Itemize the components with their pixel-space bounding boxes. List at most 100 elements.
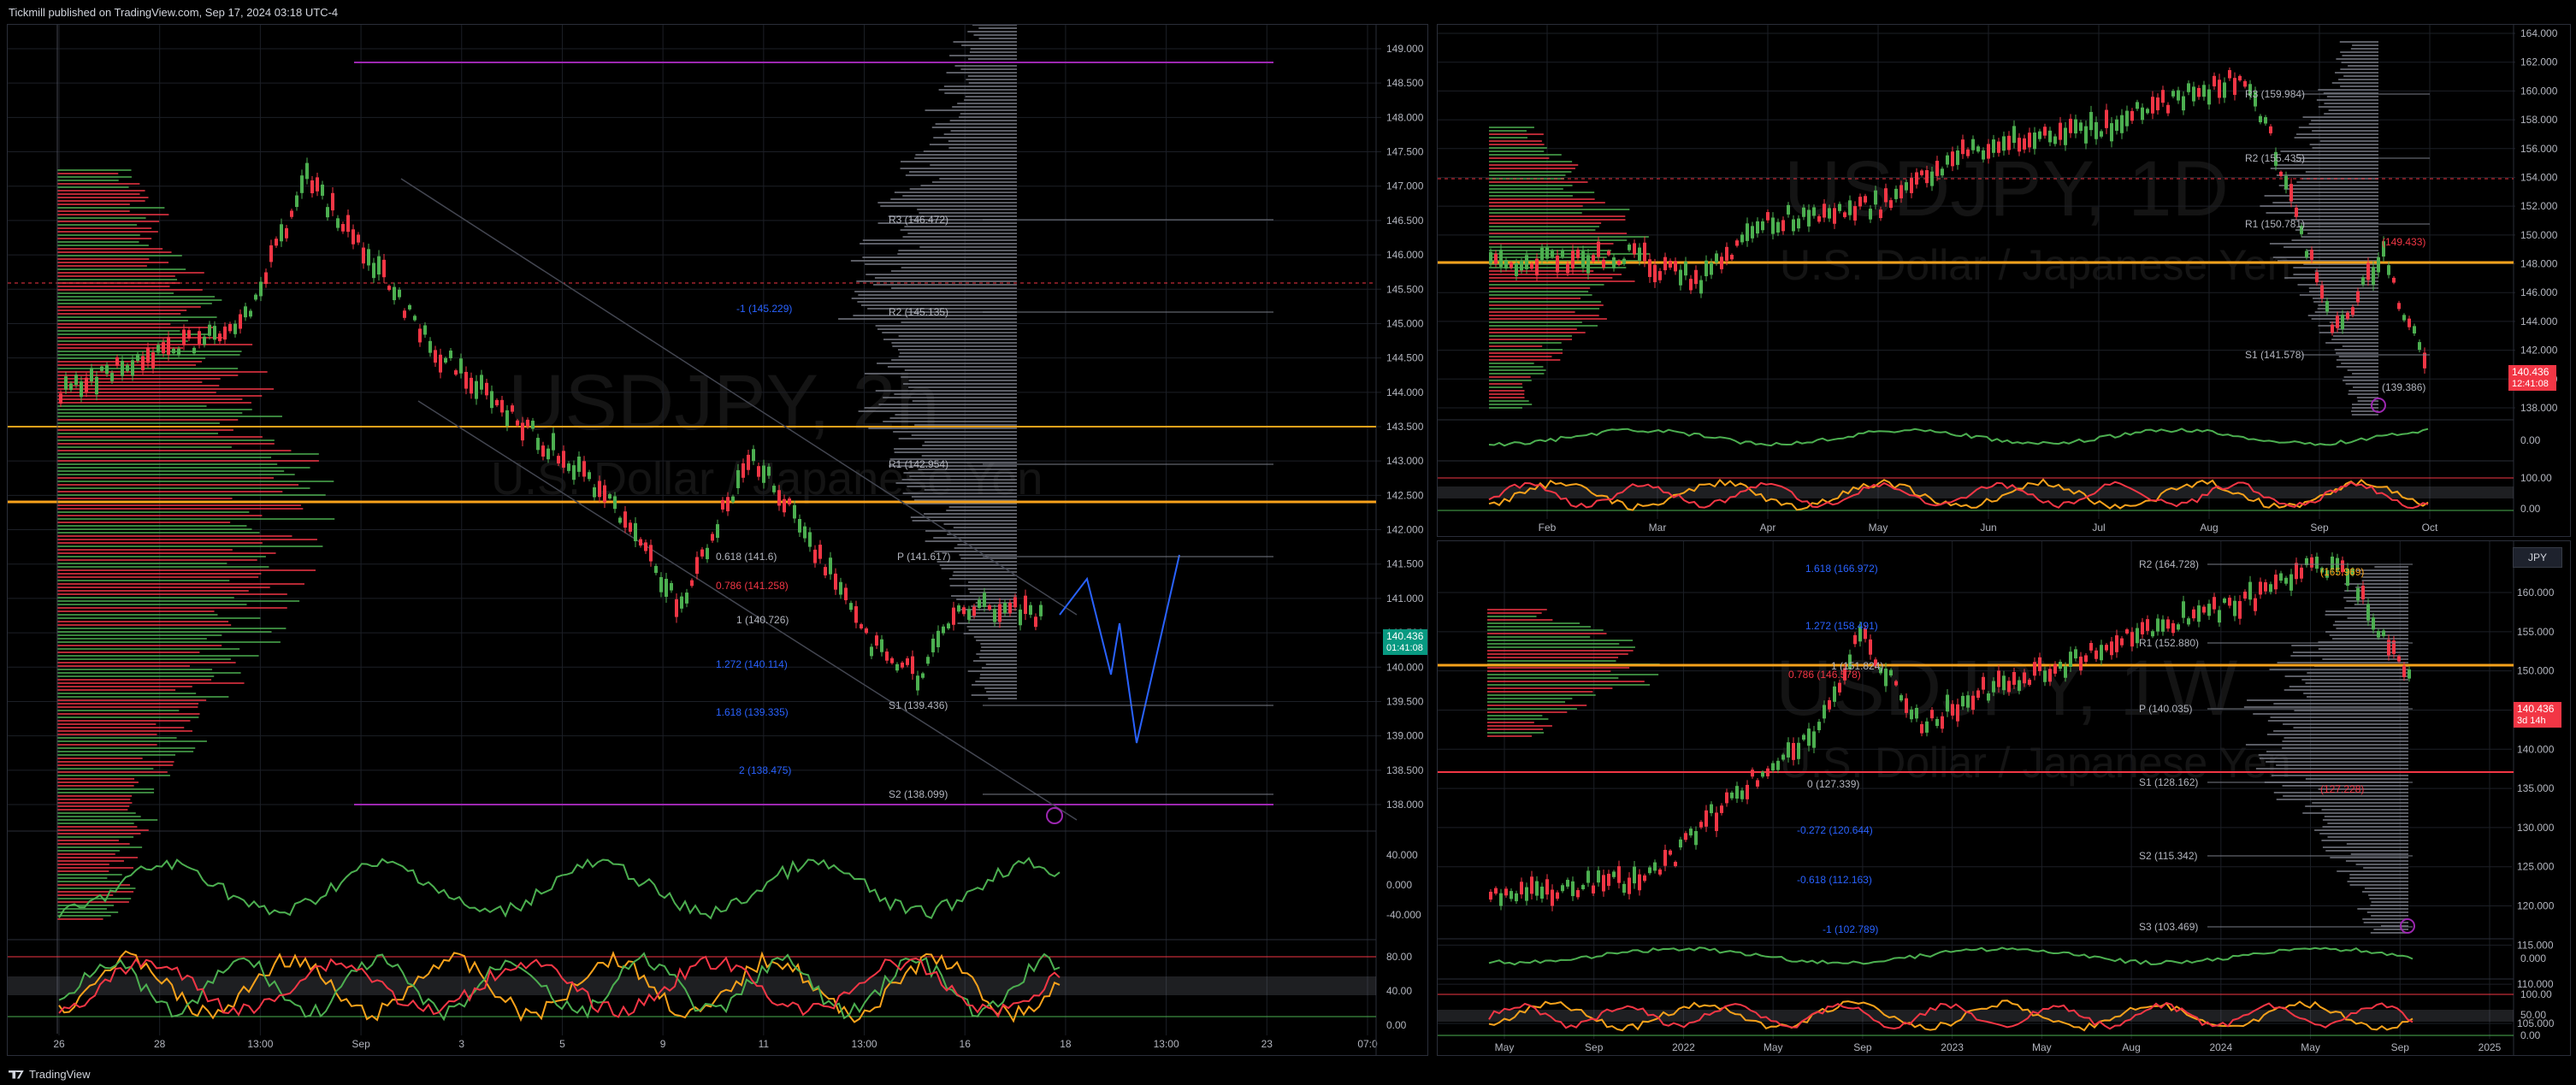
main-candle [526,419,529,428]
main-candle [146,347,150,363]
daily-candle [1992,139,1995,153]
daily-level-label: (149.433) [2382,236,2425,248]
main-candle [890,657,894,663]
weekly-candle [2228,598,2231,606]
main-candle [239,314,242,329]
weekly-candle [1648,867,1651,874]
daily-candle [1663,257,1667,271]
main-candle [901,662,904,668]
weekly-candle [1617,866,1621,883]
weekly-candle [1853,634,1857,645]
daily-candle [1720,257,1723,269]
main-candle [295,195,298,208]
main-chart-canvas[interactable]: 149.000 148.500 148.000 147.500 147.000 146.5… [8,25,1427,1055]
weekly-candle [1833,686,1836,702]
weekly-candle [2007,681,2011,693]
daily-pivot-label: R1 (150.781) [2245,218,2305,230]
main-candle [649,545,653,562]
weekly-candle [2377,630,2380,638]
weekly-candle [2115,635,2118,652]
main-candle [957,605,960,612]
weekly-pivot-label: S3 (103.469) [2139,921,2198,933]
daily-candle [1504,260,1508,269]
weekly-candle [1504,888,1508,896]
daily-candle [2408,318,2411,327]
daily-candle [2115,119,2118,131]
main-candle [885,652,889,661]
main-candle [269,245,273,262]
main-candle [665,578,668,598]
main-price-tick: 138.000 [1386,799,1424,811]
weekly-candle [1823,705,1826,719]
weekly-time-tick: Sep [1853,1041,1872,1053]
main-candle [829,557,832,575]
weekly-candle [1961,695,1964,707]
daily-candle [2064,127,2067,145]
daily-price-tick: 152.000 [2520,200,2558,212]
daily-candle [1715,253,1718,263]
daily-candle [1540,247,1544,260]
daily-time-tick: Oct [2422,522,2438,534]
weekly-candle [2238,600,2242,619]
main-candle [978,599,981,609]
main-price-tick: 141.000 [1386,593,1424,604]
tradingview-logo[interactable]: TradingView [9,1068,91,1081]
main-time-tick: 13:00 [852,1038,877,1050]
weekly-candle [1510,891,1513,899]
daily-chart-panel[interactable]: USDJPY, 1D U.S. Dollar / Japanese Yen 16… [1437,24,2571,537]
weekly-candle [2300,567,2303,579]
main-candle [459,358,463,374]
main-price-tick: 139.500 [1386,695,1424,707]
main-candle [906,658,909,665]
daily-candle [2100,131,2103,137]
main-candle [798,519,801,533]
daily-candle [2356,291,2360,303]
main-candle [151,352,155,369]
daily-candle [2156,97,2159,110]
weekly-candle [1715,812,1718,831]
weekly-candle [1592,885,1595,893]
weekly-candle [1689,828,1693,836]
main-candle [264,272,268,285]
currency-button[interactable]: JPY [2513,547,2562,568]
main-candle [115,357,119,366]
main-candle [911,656,914,675]
daily-candle [1905,182,1908,191]
daily-candle [1792,219,1795,232]
daily-candle [1658,271,1662,280]
main-candle [670,582,673,591]
main-candle [736,469,740,488]
main-candle [793,504,796,519]
weekly-osc2-tick: 50.00 [2520,1009,2546,1021]
weekly-osc2-tick: 100.00 [2520,988,2552,1000]
daily-candle [2012,126,2016,144]
weekly-pivot-label: R2 (164.728) [2139,558,2199,570]
weekly-fib-label: 0 (127.339) [1807,778,1859,790]
weekly-candle [1581,885,1585,890]
main-candle [141,356,145,371]
daily-candle [1751,226,1754,239]
weekly-candle [1930,710,1934,719]
daily-candle [2233,78,2236,95]
daily-candle [2136,102,2139,109]
weekly-candle [1956,704,1959,722]
daily-candle [1982,150,1985,160]
daily-candle [1622,258,1626,264]
daily-candle [1776,221,1780,233]
daily-candle [2053,136,2057,144]
daily-candle [1802,207,1805,217]
main-candle [849,603,853,610]
weekly-chart-canvas[interactable]: 160.000155.000150.000145.000140.000135.0… [1438,541,2570,1055]
main-time-tick: 13:00 [247,1038,273,1050]
weekly-candle [2274,575,2278,590]
weekly-candle [1894,681,1898,686]
daily-candle [2372,267,2375,286]
main-candle [808,532,812,547]
weekly-candle [2243,591,2247,599]
weekly-last-price-tag: 140.436 3d 14h [2514,702,2561,728]
main-candle [290,210,293,217]
weekly-candle [1643,875,1646,882]
weekly-chart-panel[interactable]: USDJPY, 1W U.S. Dollar / Japanese Yen 16… [1437,540,2571,1056]
daily-chart-canvas[interactable]: 164.000 162.000 160.000 158.000 156.000 154.0… [1438,25,2570,536]
main-chart-panel[interactable]: USDJPY, 2h U.S. Dollar / Japanese Yen 14… [7,24,1428,1056]
